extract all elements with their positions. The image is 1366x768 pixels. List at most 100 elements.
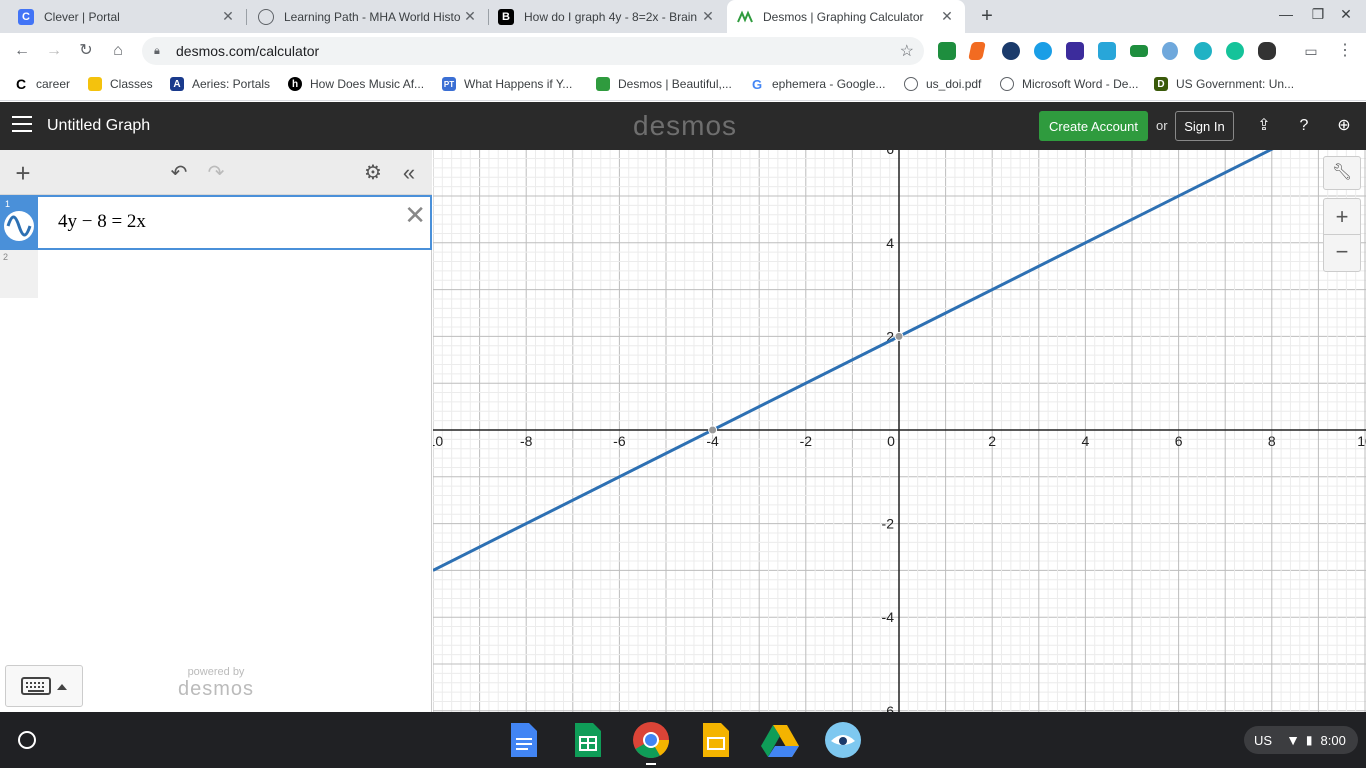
folder-icon xyxy=(88,77,102,91)
help-icon[interactable]: ? xyxy=(1293,115,1315,137)
tab-brainly[interactable]: B How do I graph 4y - 8=2x - Brain ✕ xyxy=(488,0,726,33)
menu-dots-icon[interactable]: ⋮ xyxy=(1334,40,1356,62)
extension-person-icon[interactable] xyxy=(1098,42,1116,60)
expression-toolbar: + ↶ ↷ ⚙ « xyxy=(0,150,432,195)
star-icon[interactable]: ☆ xyxy=(900,41,914,61)
x-tick-label: -2 xyxy=(800,433,813,449)
wifi-icon: ▼ xyxy=(1286,732,1300,748)
forward-icon[interactable]: → xyxy=(43,40,65,62)
zoom-in-icon[interactable]: + xyxy=(1324,199,1360,235)
graph-paper[interactable]: -10-8-6-4-20246810642-2-4-6 xyxy=(433,150,1366,712)
extension-figure-icon[interactable] xyxy=(1162,42,1178,60)
bookmark-item[interactable]: Classes xyxy=(88,77,153,91)
bookmark-item[interactable]: Microsoft Word - De... xyxy=(1000,77,1138,91)
reload-icon[interactable]: ↻ xyxy=(75,40,97,62)
extension-green-icon[interactable] xyxy=(1130,45,1148,57)
graph-title[interactable]: Untitled Graph xyxy=(47,117,150,135)
close-icon[interactable]: ✕ xyxy=(220,8,236,25)
graph-color-toggle-icon[interactable] xyxy=(4,211,34,241)
extension-c-icon[interactable] xyxy=(1066,42,1084,60)
settings-gear-icon[interactable]: ⚙ xyxy=(361,161,385,185)
tab-title: Learning Path - MHA World Histo xyxy=(284,9,461,24)
browser-toolbar: ← → ↻ ⌂ 🔒︎ desmos.com/calculator ☆ ▭ ⋮ xyxy=(0,33,1366,69)
expression-row[interactable]: 1 4y − 8 = 2x ✕ xyxy=(0,195,432,250)
zoom-controls: + − xyxy=(1323,198,1361,272)
collapse-panel-icon[interactable]: « xyxy=(397,161,421,185)
graph-settings-wrench-icon[interactable]: 🔧︎ xyxy=(1323,156,1361,190)
status-tray[interactable]: US ▼ ▮ 8:00 xyxy=(1244,726,1358,754)
redo-icon[interactable]: ↷ xyxy=(204,161,228,185)
google-classroom-icon[interactable] xyxy=(938,42,956,60)
bookmark-item[interactable]: Ccareer xyxy=(14,76,70,92)
tab-clever[interactable]: C Clever | Portal ✕ xyxy=(8,0,246,33)
close-icon[interactable]: ✕ xyxy=(700,8,716,25)
active-app-indicator xyxy=(646,763,656,765)
y-tick-label: -4 xyxy=(882,609,895,625)
home-icon[interactable]: ⌂ xyxy=(107,40,129,62)
bookmark-item[interactable]: A Aeries: Portals xyxy=(170,77,270,91)
add-item-icon[interactable]: + xyxy=(11,160,35,186)
expression-index[interactable]: 1 xyxy=(2,197,38,248)
sign-in-button[interactable]: Sign In xyxy=(1175,111,1234,141)
restore-icon[interactable]: ❐ xyxy=(1308,6,1328,23)
clever-icon: C xyxy=(18,8,34,25)
brainly-icon: B xyxy=(498,8,514,25)
graph-canvas[interactable]: -10-8-6-4-20246810642-2-4-6 xyxy=(433,150,1366,712)
close-icon[interactable]: ✕ xyxy=(462,8,478,25)
google-icon: G xyxy=(751,76,763,92)
launcher-icon[interactable] xyxy=(18,731,36,749)
close-icon[interactable]: ✕ xyxy=(939,8,955,25)
language-globe-icon[interactable]: ⊕ xyxy=(1333,115,1355,137)
google-slides-icon[interactable] xyxy=(697,721,733,759)
desmos-icon xyxy=(596,77,610,91)
minimize-icon[interactable]: — xyxy=(1276,6,1296,22)
new-tab-icon[interactable]: + xyxy=(976,4,998,28)
grammarly-icon[interactable] xyxy=(1226,42,1244,60)
bookmark-pt-icon: PT xyxy=(442,77,456,91)
bookmark-item[interactable]: Gephemera - Google... xyxy=(750,76,885,92)
address-bar[interactable]: 🔒︎ desmos.com/calculator ☆ xyxy=(142,37,924,65)
bookmark-item[interactable]: h How Does Music Af... xyxy=(288,77,424,91)
hamburger-menu-icon[interactable] xyxy=(12,116,32,134)
bookmark-h-icon: h xyxy=(288,77,302,91)
tab-title: Desmos | Graphing Calculator xyxy=(763,9,924,24)
x-tick-label: -4 xyxy=(706,433,719,449)
globe-icon xyxy=(258,8,274,25)
bookmark-item[interactable]: PT What Happens if Y... xyxy=(442,77,572,91)
tab-desmos[interactable]: Desmos | Graphing Calculator ✕ xyxy=(727,0,965,33)
create-account-button[interactable]: Create Account xyxy=(1039,111,1148,141)
expression-input[interactable]: 4y − 8 = 2x xyxy=(58,211,146,233)
y-tick-label: -6 xyxy=(882,703,895,712)
chrome-icon[interactable] xyxy=(631,721,669,759)
bookmark-item[interactable]: D US Government: Un... xyxy=(1154,77,1294,91)
tab-title: How do I graph 4y - 8=2x - Brain xyxy=(524,9,698,24)
desmos-header: Untitled Graph desmos Create Account or … xyxy=(0,102,1366,150)
bookmarks-bar: Ccareer Classes A Aeries: Portals h How Do… xyxy=(0,69,1366,101)
undo-icon[interactable]: ↶ xyxy=(167,161,191,185)
back-icon[interactable]: ← xyxy=(11,40,33,62)
extension-teal-icon[interactable] xyxy=(1194,42,1212,60)
cast-icon[interactable]: ▭ xyxy=(1300,40,1322,62)
zoom-out-icon[interactable]: − xyxy=(1324,235,1360,271)
tab-learning-path[interactable]: Learning Path - MHA World Histo ✕ xyxy=(248,0,488,33)
extension-blue-shield-icon[interactable] xyxy=(1034,42,1052,60)
extension-shield-icon[interactable] xyxy=(1002,42,1020,60)
tab-strip: C Clever | Portal ✕ Learning Path - MHA … xyxy=(0,0,1366,33)
screencastify-app-icon[interactable] xyxy=(824,721,861,759)
bookmark-d-icon: D xyxy=(1154,77,1168,91)
google-sheets-icon[interactable] xyxy=(569,721,605,759)
delete-expression-icon[interactable]: ✕ xyxy=(404,200,426,231)
bookmark-item[interactable]: us_doi.pdf xyxy=(904,77,981,91)
powered-by-desmos[interactable]: powered by desmos xyxy=(176,666,256,701)
google-drive-icon[interactable] xyxy=(760,721,799,759)
extension-orange-icon[interactable] xyxy=(968,42,986,60)
bookmark-item[interactable]: Desmos | Beautiful,... xyxy=(596,77,732,91)
expression-row-empty[interactable]: 2 xyxy=(0,250,432,298)
keypad-toggle-button[interactable] xyxy=(5,665,83,707)
google-docs-icon[interactable] xyxy=(505,721,541,759)
share-icon[interactable]: ⇪ xyxy=(1253,115,1275,137)
x-tick-label: 10 xyxy=(1357,433,1366,449)
tab-title: Clever | Portal xyxy=(44,9,120,24)
extension-dark-icon[interactable] xyxy=(1258,42,1276,60)
close-window-icon[interactable]: ✕ xyxy=(1336,6,1356,23)
